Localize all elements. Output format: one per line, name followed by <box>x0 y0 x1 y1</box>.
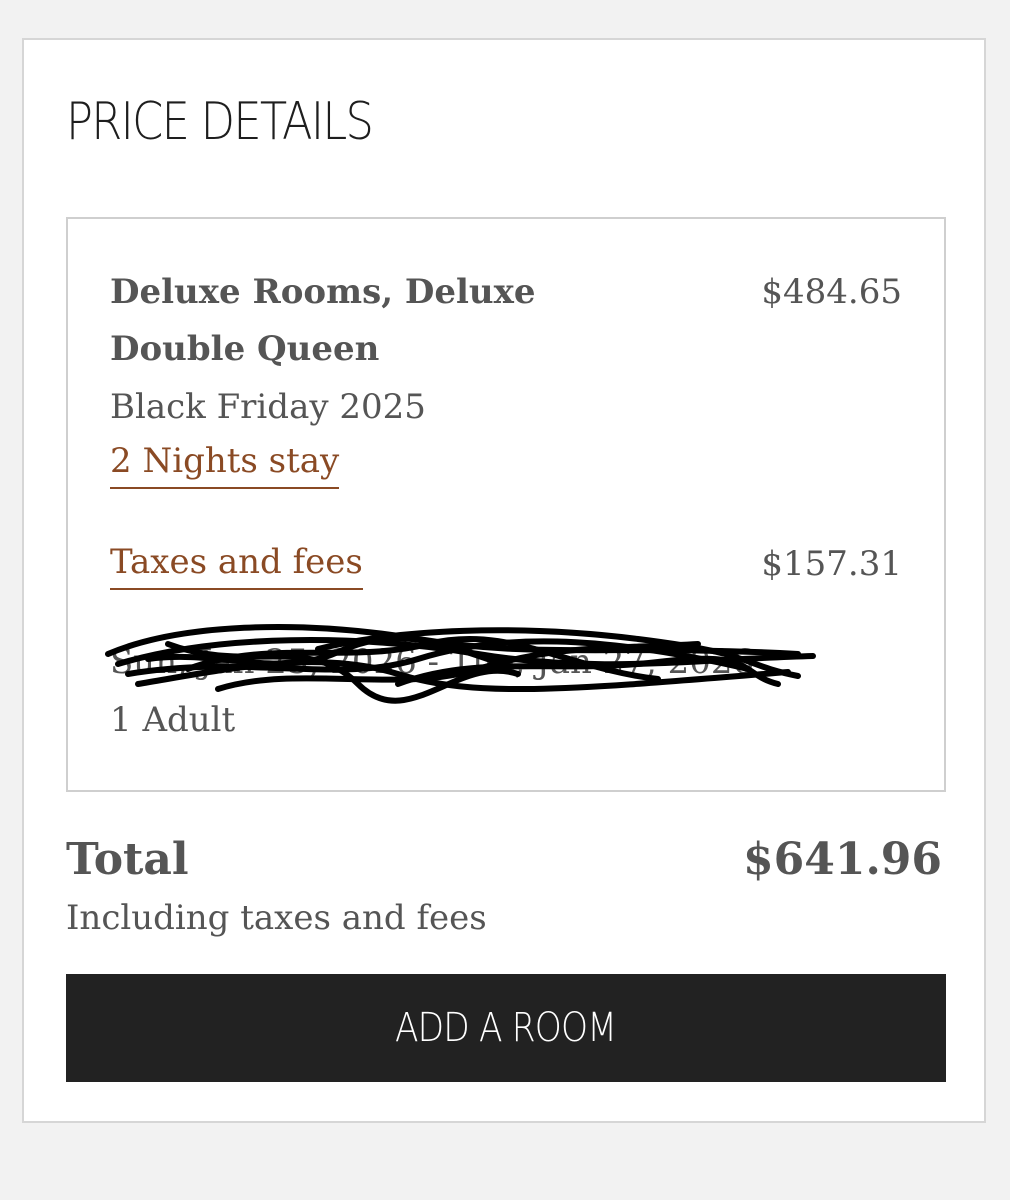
nights-stay-link[interactable]: 2 Nights stay <box>110 441 340 489</box>
total-note: Including taxes and fees <box>66 898 487 938</box>
taxes-price: $157.31 <box>761 544 902 584</box>
room-price: $484.65 <box>761 272 902 312</box>
redaction-scribble <box>105 624 816 704</box>
booking-summary-box: Deluxe Rooms, Deluxe Double Queen $484.6… <box>66 217 946 792</box>
total-label: Total <box>66 834 189 885</box>
room-name: Deluxe Rooms, Deluxe Double Queen <box>110 272 536 369</box>
total-value: $641.96 <box>742 834 942 885</box>
add-room-label: ADD A ROOM <box>395 1005 617 1051</box>
taxes-and-fees-link[interactable]: Taxes and fees <box>110 542 363 590</box>
panel-title: PRICE DETAILS <box>66 92 374 152</box>
add-room-button[interactable]: ADD A ROOM <box>66 974 946 1082</box>
rate-name: Black Friday 2025 <box>110 387 426 427</box>
guest-count: 1 Adult <box>110 700 236 740</box>
price-details-panel: PRICE DETAILS Deluxe Rooms, Deluxe Doubl… <box>22 38 986 1123</box>
